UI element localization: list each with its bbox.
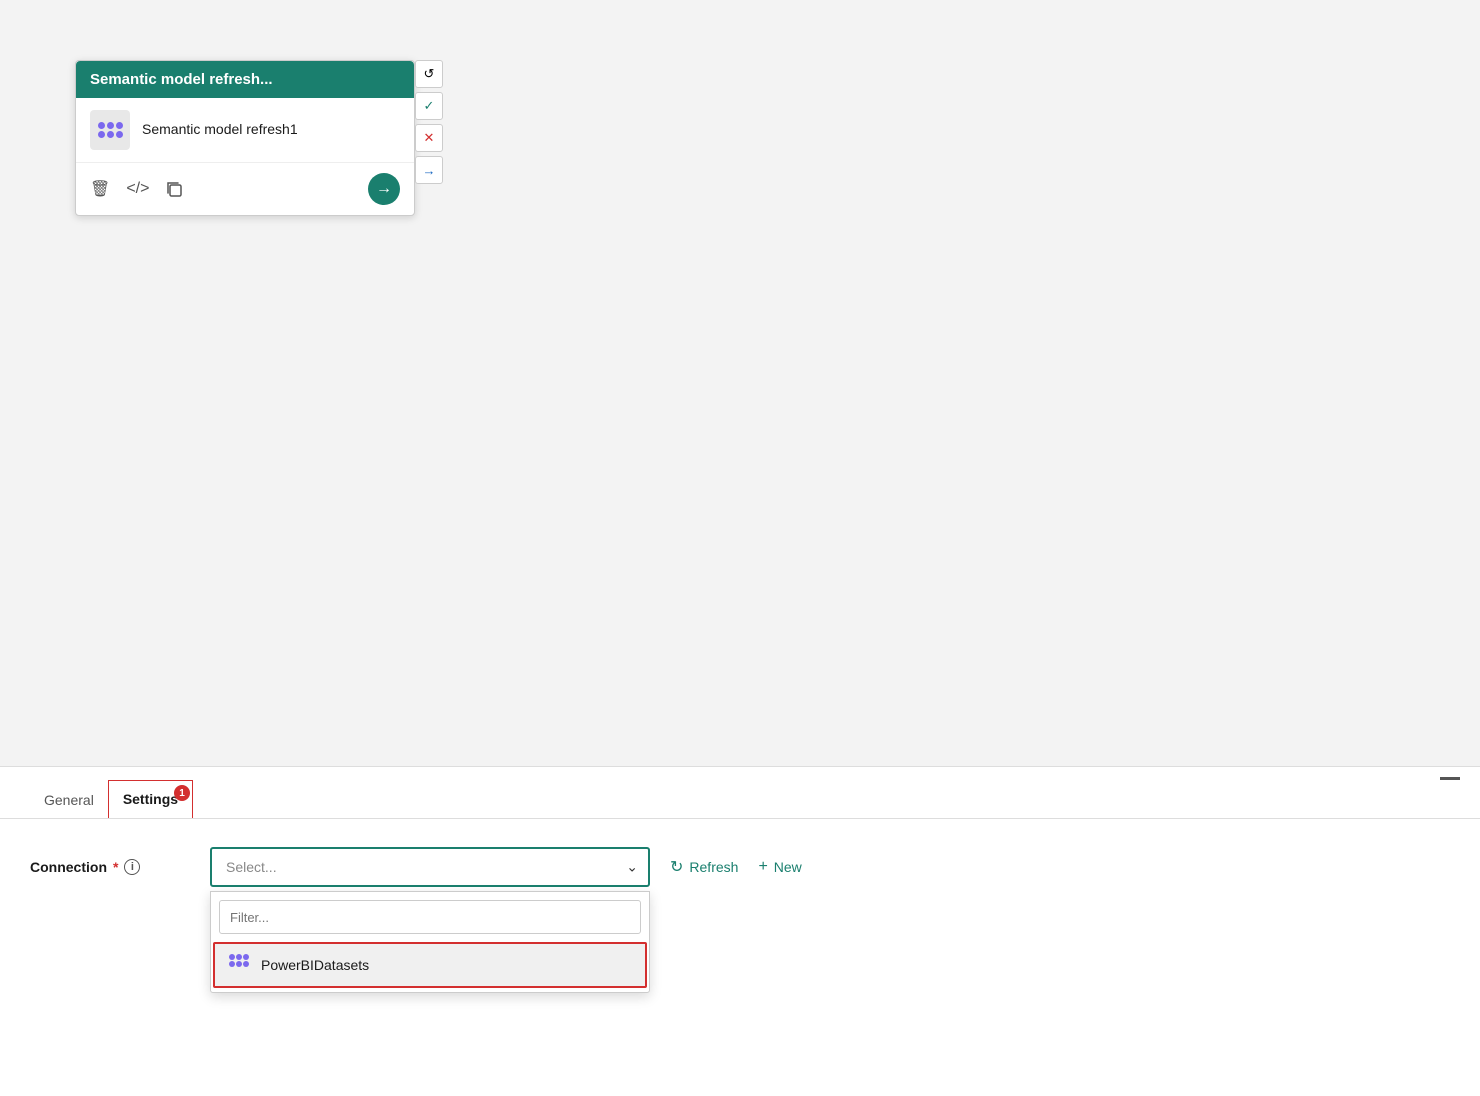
activity-card-body: Semantic model refresh1 — [76, 98, 414, 162]
refresh-button[interactable]: ↻ Refresh — [670, 857, 738, 877]
dropdown-item-powerbidatasets[interactable]: PowerBIDatasets — [213, 942, 647, 988]
delete-icon[interactable]: 🗑 — [90, 179, 110, 199]
bottom-panel: General Settings 1 Connection * i Select… — [0, 766, 1480, 1096]
settings-badge: 1 — [174, 785, 190, 801]
new-label: New — [774, 859, 802, 875]
tab-settings-label: Settings — [123, 791, 178, 807]
connection-dropdown[interactable]: Select... — [210, 847, 650, 887]
item-dot-6 — [243, 961, 249, 967]
activity-name: Semantic model refresh1 — [142, 120, 298, 140]
connection-label: Connection * i — [30, 859, 190, 875]
required-star: * — [113, 859, 118, 875]
activity-type-icon — [90, 110, 130, 150]
dropdown-placeholder: Select... — [226, 859, 277, 875]
activity-card-footer: 🗑 </> → — [76, 162, 414, 215]
dot-1 — [98, 122, 105, 129]
minimize-bar — [1440, 777, 1460, 780]
activity-card: Semantic model refresh... Semantic model… — [75, 60, 415, 216]
refresh-icon: ↻ — [670, 857, 683, 877]
filter-wrap — [211, 892, 649, 942]
powerbidatasets-label: PowerBIDatasets — [261, 957, 369, 973]
minimize-button[interactable] — [1440, 777, 1460, 780]
go-button[interactable]: → — [368, 173, 400, 205]
item-dot-2 — [236, 954, 242, 960]
item-dot-1 — [229, 954, 235, 960]
dot-4 — [98, 131, 105, 138]
dot-2 — [107, 122, 114, 129]
powerbidatasets-icon — [229, 954, 251, 976]
refresh-label: Refresh — [689, 859, 738, 875]
item-dot-4 — [229, 961, 235, 967]
panel-content: Connection * i Select... ⌄ — [0, 819, 1480, 915]
plus-icon: + — [758, 858, 767, 876]
side-arrow-icon[interactable]: → — [415, 156, 443, 184]
new-button[interactable]: + New — [758, 858, 801, 876]
tab-settings[interactable]: Settings 1 — [108, 780, 193, 818]
side-check-icon[interactable]: ✓ — [415, 92, 443, 120]
connection-text: Connection — [30, 859, 107, 875]
connection-dropdown-container: Select... ⌄ — [210, 847, 650, 887]
card-title: Semantic model refresh... — [90, 71, 273, 88]
connection-row: Connection * i Select... ⌄ — [30, 847, 1450, 887]
action-buttons: ↻ Refresh + New — [670, 857, 802, 877]
copy-icon[interactable] — [165, 180, 183, 198]
item-dot-5 — [236, 961, 242, 967]
dropdown-open-menu: PowerBIDatasets — [210, 891, 650, 993]
activity-card-header: Semantic model refresh... — [76, 61, 414, 98]
tabs-row: General Settings 1 — [0, 767, 1480, 819]
dot-6 — [116, 131, 123, 138]
filter-input[interactable] — [219, 900, 641, 934]
arrow-right-icon: → — [376, 180, 392, 198]
tab-general[interactable]: General — [30, 782, 108, 818]
dots-grid-icon — [98, 122, 123, 138]
dot-5 — [107, 131, 114, 138]
side-cross-icon[interactable]: ✕ — [415, 124, 443, 152]
side-refresh-icon[interactable]: ↺ — [415, 60, 443, 88]
info-icon[interactable]: i — [124, 859, 140, 875]
dot-3 — [116, 122, 123, 129]
side-connectors: ↺ ✓ ✕ → — [415, 60, 443, 184]
item-dot-3 — [243, 954, 249, 960]
tab-general-label: General — [44, 792, 94, 808]
code-icon[interactable]: </> — [126, 180, 149, 198]
